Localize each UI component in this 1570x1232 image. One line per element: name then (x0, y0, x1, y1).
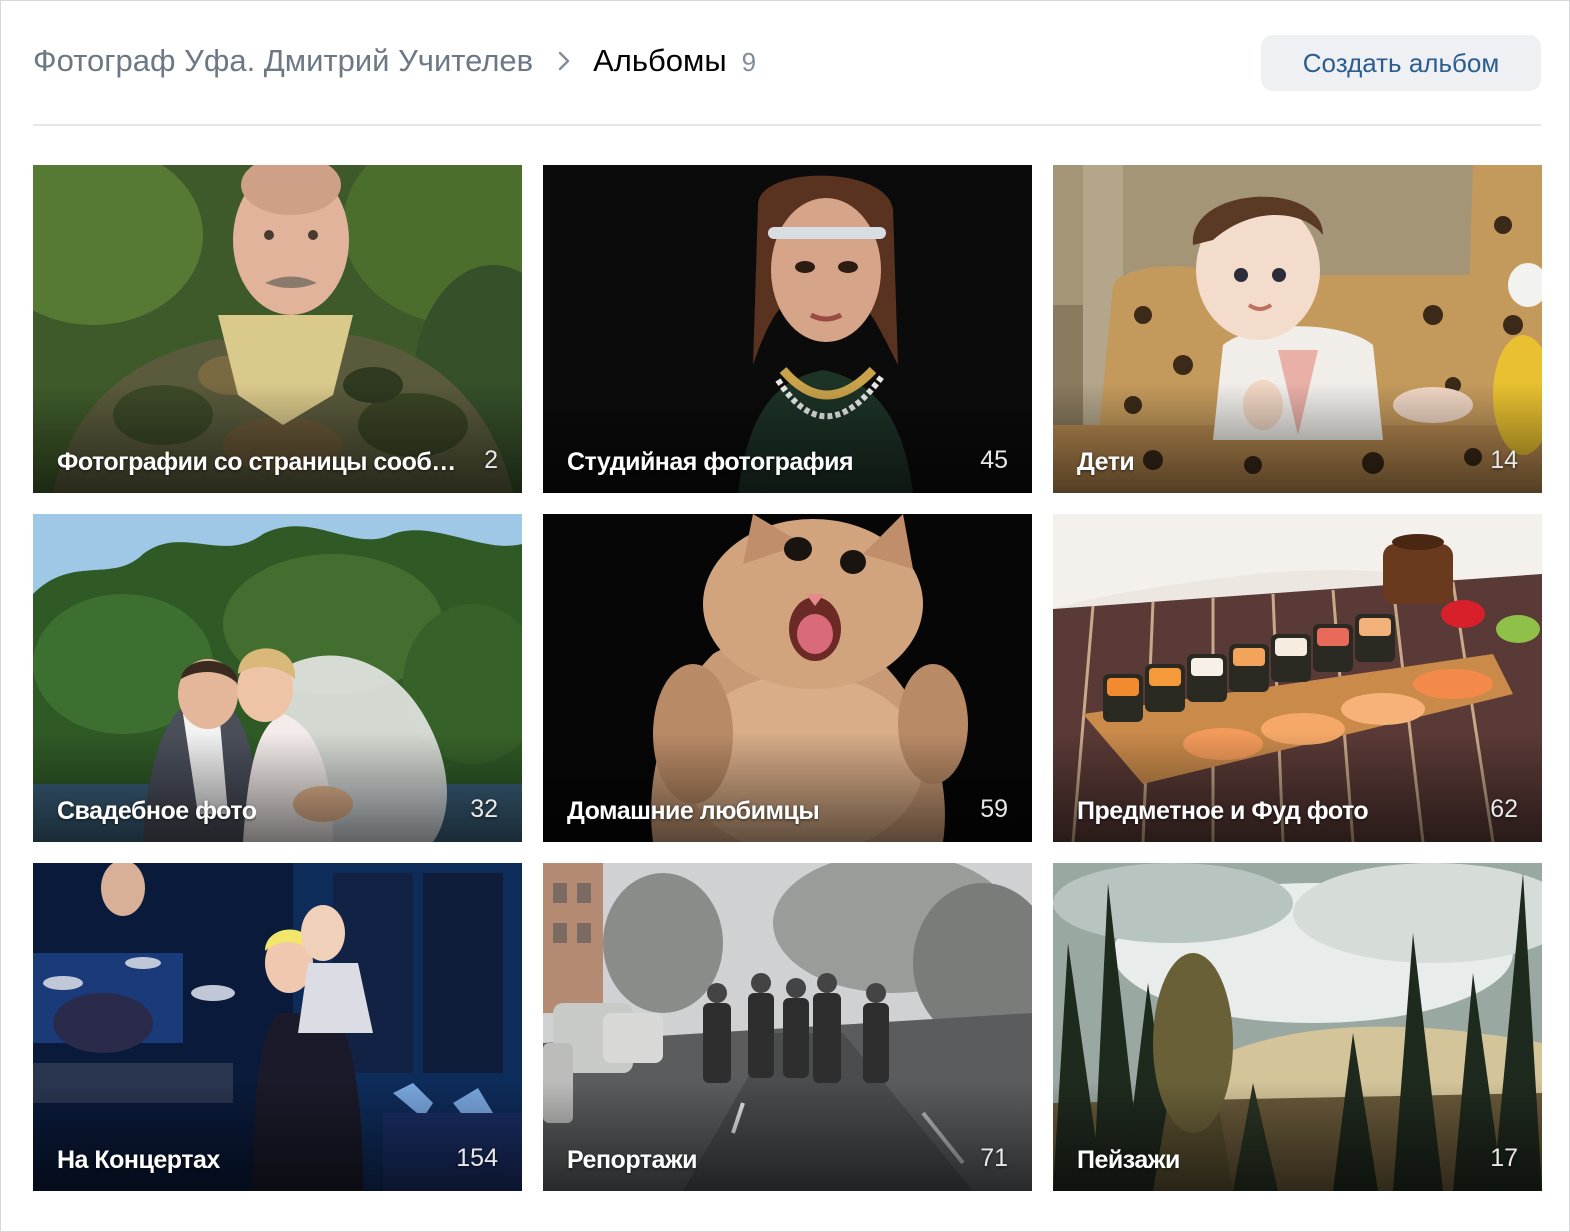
page-title: Альбомы (593, 43, 727, 78)
album-card[interactable]: Репортажи 71 (543, 863, 1032, 1191)
create-album-button[interactable]: Создать альбом (1261, 35, 1541, 91)
albums-grid: Фотографии со страницы сообщ... 2 Студий… (33, 165, 1542, 1191)
album-title: Репортажи (567, 1146, 698, 1174)
album-photo-count: 59 (980, 795, 1008, 823)
breadcrumb: Фотограф Уфа. Дмитрий Учителев Альбомы 9 (33, 43, 756, 79)
album-photo-count: 17 (1490, 1144, 1518, 1172)
chevron-right-icon (558, 51, 570, 71)
album-title: На Концертах (57, 1146, 220, 1174)
album-title: Дети (1077, 448, 1135, 476)
album-card[interactable]: Предметное и Фуд фото 62 (1053, 514, 1542, 842)
album-card[interactable]: Фотографии со страницы сообщ... 2 (33, 165, 522, 493)
album-title: Фотографии со страницы сообщ... (57, 448, 457, 476)
albums-page: Фотограф Уфа. Дмитрий Учителев Альбомы 9… (0, 0, 1570, 1232)
album-title: Студийная фотография (567, 448, 854, 476)
breadcrumb-community-link[interactable]: Фотограф Уфа. Дмитрий Учителев (33, 43, 533, 79)
albums-count: 9 (741, 46, 757, 77)
album-photo-count: 71 (980, 1144, 1008, 1172)
album-card[interactable]: Свадебное фото 32 (33, 514, 522, 842)
album-photo-count: 62 (1490, 795, 1518, 823)
album-photo-count: 32 (470, 795, 498, 823)
album-card[interactable]: На Концертах 154 (33, 863, 522, 1191)
album-card[interactable]: Домашние любимцы 59 (543, 514, 1032, 842)
album-card[interactable]: Дети 14 (1053, 165, 1542, 493)
page-header: Фотограф Уфа. Дмитрий Учителев Альбомы 9… (33, 33, 1541, 93)
album-card[interactable]: Студийная фотография 45 (543, 165, 1032, 493)
album-photo-count: 14 (1490, 446, 1518, 474)
album-photo-count: 45 (980, 446, 1008, 474)
album-card[interactable]: Пейзажи 17 (1053, 863, 1542, 1191)
album-title: Свадебное фото (57, 797, 257, 825)
album-title: Предметное и Фуд фото (1077, 797, 1369, 825)
album-photo-count: 2 (484, 446, 498, 474)
album-photo-count: 154 (456, 1144, 498, 1172)
album-title: Пейзажи (1077, 1146, 1180, 1174)
album-title: Домашние любимцы (567, 797, 820, 825)
header-divider (33, 124, 1541, 126)
